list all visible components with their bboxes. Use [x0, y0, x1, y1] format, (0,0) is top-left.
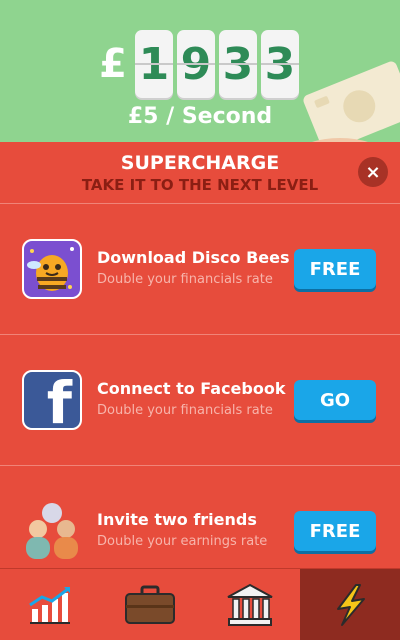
currency-symbol: £: [99, 41, 127, 87]
nav-supercharge[interactable]: [300, 569, 400, 640]
close-button[interactable]: ×: [358, 157, 388, 187]
offer-row-disco-bees: Download Disco Bees Double your financia…: [0, 204, 400, 335]
friends-icon: [22, 501, 82, 561]
bank-icon: [227, 583, 273, 626]
nav-business[interactable]: [100, 569, 200, 640]
offer-title: Invite two friends: [97, 510, 257, 529]
close-icon: ×: [365, 161, 381, 183]
earning-rate: £5 / Second: [127, 104, 273, 129]
offer-row-facebook: f Connect to Facebook Double your financ…: [0, 335, 400, 466]
nav-bank[interactable]: [200, 569, 300, 640]
offer-description: Double your financials rate: [97, 272, 273, 287]
free-button[interactable]: FREE: [294, 511, 376, 551]
briefcase-icon: [125, 585, 175, 624]
balance-digit: 9: [176, 30, 215, 98]
offer-description: Double your financials rate: [97, 403, 273, 418]
facebook-glyph: f: [46, 370, 72, 430]
disco-bees-app-icon: [22, 239, 82, 299]
chart-icon: [29, 586, 70, 624]
lightning-icon: [337, 583, 365, 626]
bottom-nav: [0, 568, 400, 640]
offer-description: Double your earnings rate: [97, 534, 268, 549]
nav-stats[interactable]: [0, 569, 100, 640]
balance-digit: 3: [260, 30, 299, 98]
offer-title: Connect to Facebook: [97, 379, 286, 398]
offer-title: Download Disco Bees: [97, 248, 290, 267]
balance-area: £ 1 9 3 3 £5 / Second: [0, 0, 400, 142]
facebook-icon: f: [22, 370, 82, 430]
balance-digit: 3: [218, 30, 257, 98]
go-button[interactable]: GO: [294, 380, 376, 420]
balance-counter: £ 1 9 3 3: [0, 30, 400, 98]
supercharge-header: SUPERCHARGE TAKE IT TO THE NEXT LEVEL: [0, 142, 400, 204]
free-button[interactable]: FREE: [294, 249, 376, 289]
panel-subtitle: TAKE IT TO THE NEXT LEVEL: [81, 176, 319, 194]
balance-digit: 1: [134, 30, 173, 98]
panel-title: SUPERCHARGE: [120, 152, 280, 174]
